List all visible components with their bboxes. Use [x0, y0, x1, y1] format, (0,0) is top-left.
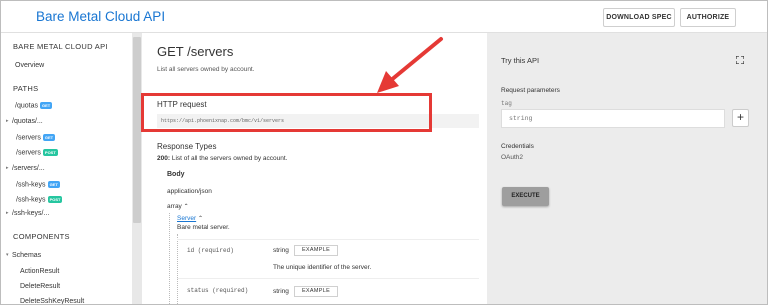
download-spec-button[interactable]: DOWNLOAD SPEC — [603, 8, 675, 27]
field-type-status: string — [273, 288, 289, 295]
credentials-value: OAuth2 — [501, 154, 524, 161]
page-title: GET /servers — [157, 44, 234, 59]
try-api-panel — [487, 33, 767, 304]
try-api-title: Try this API — [501, 56, 540, 65]
sidebar-item-quotas-get[interactable]: /quotas GET — [9, 102, 53, 112]
plus-icon: + — [736, 110, 744, 124]
get-badge: GET — [39, 102, 53, 109]
sidebar-item-label: /ssh-keys/... — [12, 210, 50, 217]
array-label: array — [167, 203, 182, 210]
sidebar-item-label: /servers/... — [12, 165, 45, 172]
app-window: Bare Metal Cloud API DOWNLOAD SPEC AUTHO… — [0, 0, 768, 305]
sidebar-item-label: /servers — [16, 149, 41, 157]
field-row-separator — [177, 239, 479, 240]
example-button-id[interactable]: EXAMPLE — [294, 245, 338, 256]
expand-icon[interactable] — [736, 56, 744, 64]
credentials-label: Credentials — [501, 143, 534, 150]
array-toggle[interactable]: array ⌃ — [167, 203, 189, 210]
sidebar-item-delete-ssh-key-result[interactable]: DeleteSshKeyResult — [20, 298, 84, 304]
sidebar-item-label: /servers — [16, 134, 41, 142]
server-schema-description: Bare metal server. — [177, 224, 230, 231]
server-schema-link[interactable]: Server — [177, 215, 196, 222]
annotation-arrow — [377, 37, 443, 93]
sidebar-item-label: /quotas/... — [12, 118, 43, 125]
tree-guide-line — [177, 234, 178, 304]
tag-input[interactable]: string — [501, 109, 725, 128]
get-badge: GET — [47, 181, 60, 188]
highlight-annotation-box — [141, 93, 432, 132]
sidebar-item-servers-group[interactable]: ▸/servers/... — [6, 165, 45, 175]
sidebar-item-delete-result[interactable]: DeleteResult — [20, 283, 60, 290]
response-types-title: Response Types — [157, 142, 217, 151]
sidebar: BARE METAL CLOUD API Overview PATHS /quo… — [1, 33, 142, 304]
content-type: application/json — [167, 188, 212, 195]
field-type-id: string — [273, 247, 289, 254]
sidebar-item-ssh-keys-post[interactable]: /ssh-keys POST — [10, 196, 63, 206]
sidebar-components-heading: COMPONENTS — [13, 232, 70, 241]
chevron-up-icon: ⌃ — [183, 204, 189, 210]
chevron-up-icon: ⌃ — [197, 216, 203, 222]
sidebar-scrollbar-thumb[interactable] — [133, 37, 141, 223]
sidebar-item-label: Schemas — [12, 252, 42, 259]
execute-button[interactable]: EXECUTE — [502, 187, 549, 206]
app-title[interactable]: Bare Metal Cloud API — [36, 9, 165, 24]
sidebar-item-ssh-keys-group[interactable]: ▸/ssh-keys/... — [6, 210, 49, 220]
sidebar-item-action-result[interactable]: ActionResult — [20, 268, 59, 275]
sidebar-item-quotas-group[interactable]: ▸/quotas/... — [6, 118, 43, 128]
tree-guide-line — [169, 213, 170, 304]
app-header: Bare Metal Cloud API DOWNLOAD SPEC AUTHO… — [1, 1, 767, 33]
authorize-button[interactable]: AUTHORIZE — [680, 8, 736, 27]
get-badge: GET — [42, 134, 56, 141]
sidebar-paths-heading: PATHS — [13, 84, 39, 93]
field-name-id: id (required) — [187, 247, 234, 254]
response-200-row: 200: List of all the servers owned by ac… — [157, 155, 287, 162]
sidebar-item-label: /ssh-keys — [16, 181, 46, 189]
sidebar-item-ssh-keys-get[interactable]: /ssh-keys GET — [10, 181, 60, 191]
sidebar-item-servers-get[interactable]: /servers GET — [10, 134, 56, 144]
field-row-separator — [177, 278, 479, 279]
page-description: List all servers owned by account. — [157, 66, 255, 73]
sidebar-api-title: BARE METAL CLOUD API — [13, 42, 108, 51]
sidebar-item-schemas[interactable]: ▾ Schemas — [6, 252, 41, 262]
field-name-status: status (required) — [187, 287, 249, 294]
sidebar-item-label: /quotas — [15, 102, 38, 110]
response-code: 200: — [157, 155, 171, 162]
tag-parameter-label: tag — [501, 100, 512, 107]
request-parameters-label: Request parameters — [501, 87, 560, 94]
post-badge: POST — [47, 196, 63, 203]
sidebar-item-servers-post[interactable]: /servers POST — [10, 149, 58, 159]
example-button-status[interactable]: EXAMPLE — [294, 286, 338, 297]
sidebar-item-label: /ssh-keys — [16, 196, 46, 204]
sidebar-item-overview[interactable]: Overview — [15, 62, 44, 69]
post-badge: POST — [42, 149, 58, 156]
server-schema-toggle[interactable]: Server ⌃ — [177, 215, 203, 222]
field-description-id: The unique identifier of the server. — [273, 264, 372, 271]
response-description: List of all the servers owned by account… — [171, 155, 288, 162]
add-parameter-button[interactable]: + — [732, 109, 749, 127]
body-label: Body — [167, 171, 185, 178]
